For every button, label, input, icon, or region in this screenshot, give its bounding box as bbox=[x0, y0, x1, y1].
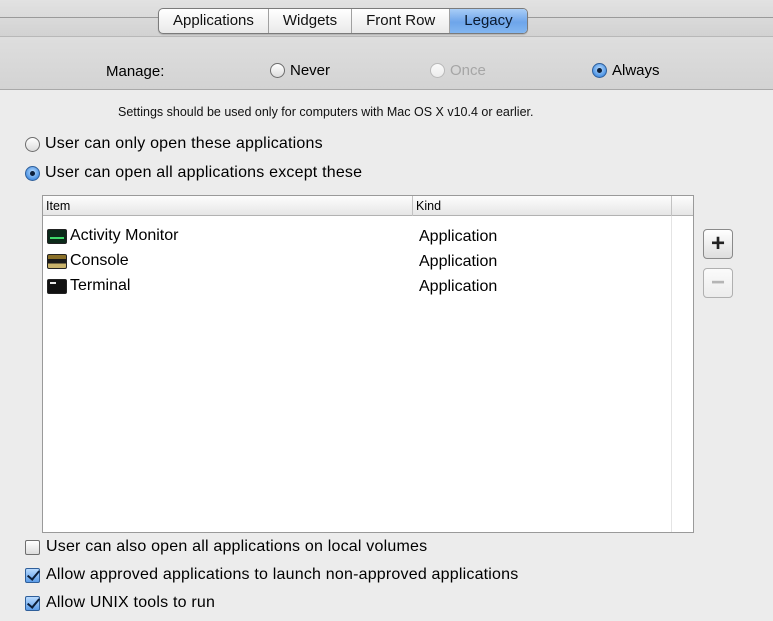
approved-launch-label: Allow approved applications to launch no… bbox=[46, 566, 519, 583]
manage-once-label: Once bbox=[450, 62, 486, 79]
table-row[interactable]: Console Application bbox=[43, 249, 671, 275]
list-header: Item Kind bbox=[43, 196, 693, 216]
manage-never-radio[interactable] bbox=[270, 63, 285, 78]
add-button[interactable]: + bbox=[703, 229, 733, 259]
column-header-item[interactable]: Item bbox=[46, 199, 70, 213]
tab-legacy[interactable]: Legacy bbox=[450, 9, 527, 33]
activity-monitor-icon bbox=[47, 228, 67, 244]
mode-all-except-option[interactable]: User can open all applications except th… bbox=[25, 164, 362, 182]
manage-always-radio[interactable] bbox=[592, 63, 607, 78]
checkbox-local-volumes[interactable]: User can also open all applications on l… bbox=[25, 538, 427, 556]
row-name: Console bbox=[70, 252, 129, 269]
row-kind: Application bbox=[419, 253, 498, 270]
local-volumes-checkbox[interactable] bbox=[25, 539, 40, 555]
row-kind: Application bbox=[419, 278, 498, 295]
tab-applications[interactable]: Applications bbox=[159, 9, 269, 33]
manage-always-label: Always bbox=[612, 62, 660, 79]
table-row[interactable]: Terminal Application bbox=[43, 274, 671, 300]
mode-all-except-label: User can open all applications except th… bbox=[45, 164, 363, 181]
legacy-note: Settings should be used only for compute… bbox=[118, 105, 534, 119]
table-row[interactable]: Activity Monitor Application bbox=[43, 224, 671, 250]
remove-button[interactable]: − bbox=[703, 268, 733, 298]
manage-once-option: Once bbox=[430, 62, 486, 79]
console-icon bbox=[47, 253, 67, 269]
tab-control: Applications Widgets Front Row Legacy bbox=[158, 8, 528, 34]
row-kind: Application bbox=[419, 228, 498, 245]
terminal-icon bbox=[47, 278, 67, 294]
scrollbar-track[interactable] bbox=[671, 216, 672, 532]
mode-all-except-radio[interactable] bbox=[25, 165, 40, 181]
local-volumes-label: User can also open all applications on l… bbox=[46, 538, 428, 555]
column-divider bbox=[671, 196, 672, 216]
manage-never-label: Never bbox=[290, 62, 331, 79]
approved-launch-checkbox[interactable] bbox=[25, 567, 40, 583]
tab-front-row[interactable]: Front Row bbox=[352, 9, 451, 33]
tab-widgets[interactable]: Widgets bbox=[269, 9, 353, 33]
column-header-kind[interactable]: Kind bbox=[416, 199, 441, 213]
manage-always-option[interactable]: Always bbox=[592, 62, 660, 79]
mode-only-these-label: User can only open these applications bbox=[45, 135, 323, 152]
checkbox-approved-launch[interactable]: Allow approved applications to launch no… bbox=[25, 566, 518, 584]
manage-bar: Manage: Never Once Always bbox=[0, 36, 773, 90]
checkbox-unix-tools[interactable]: Allow UNIX tools to run bbox=[25, 594, 215, 612]
column-divider bbox=[412, 196, 413, 216]
application-list[interactable]: Item Kind Activity Monitor Application C… bbox=[42, 195, 694, 533]
unix-tools-checkbox[interactable] bbox=[25, 595, 40, 611]
manage-label: Manage: bbox=[106, 63, 165, 80]
row-name: Activity Monitor bbox=[70, 227, 179, 244]
row-name: Terminal bbox=[70, 277, 131, 294]
manage-never-option[interactable]: Never bbox=[270, 62, 330, 79]
manage-once-radio bbox=[430, 63, 445, 78]
mode-only-these-option[interactable]: User can only open these applications bbox=[25, 135, 323, 153]
mode-only-these-radio[interactable] bbox=[25, 136, 40, 152]
unix-tools-label: Allow UNIX tools to run bbox=[46, 594, 216, 611]
